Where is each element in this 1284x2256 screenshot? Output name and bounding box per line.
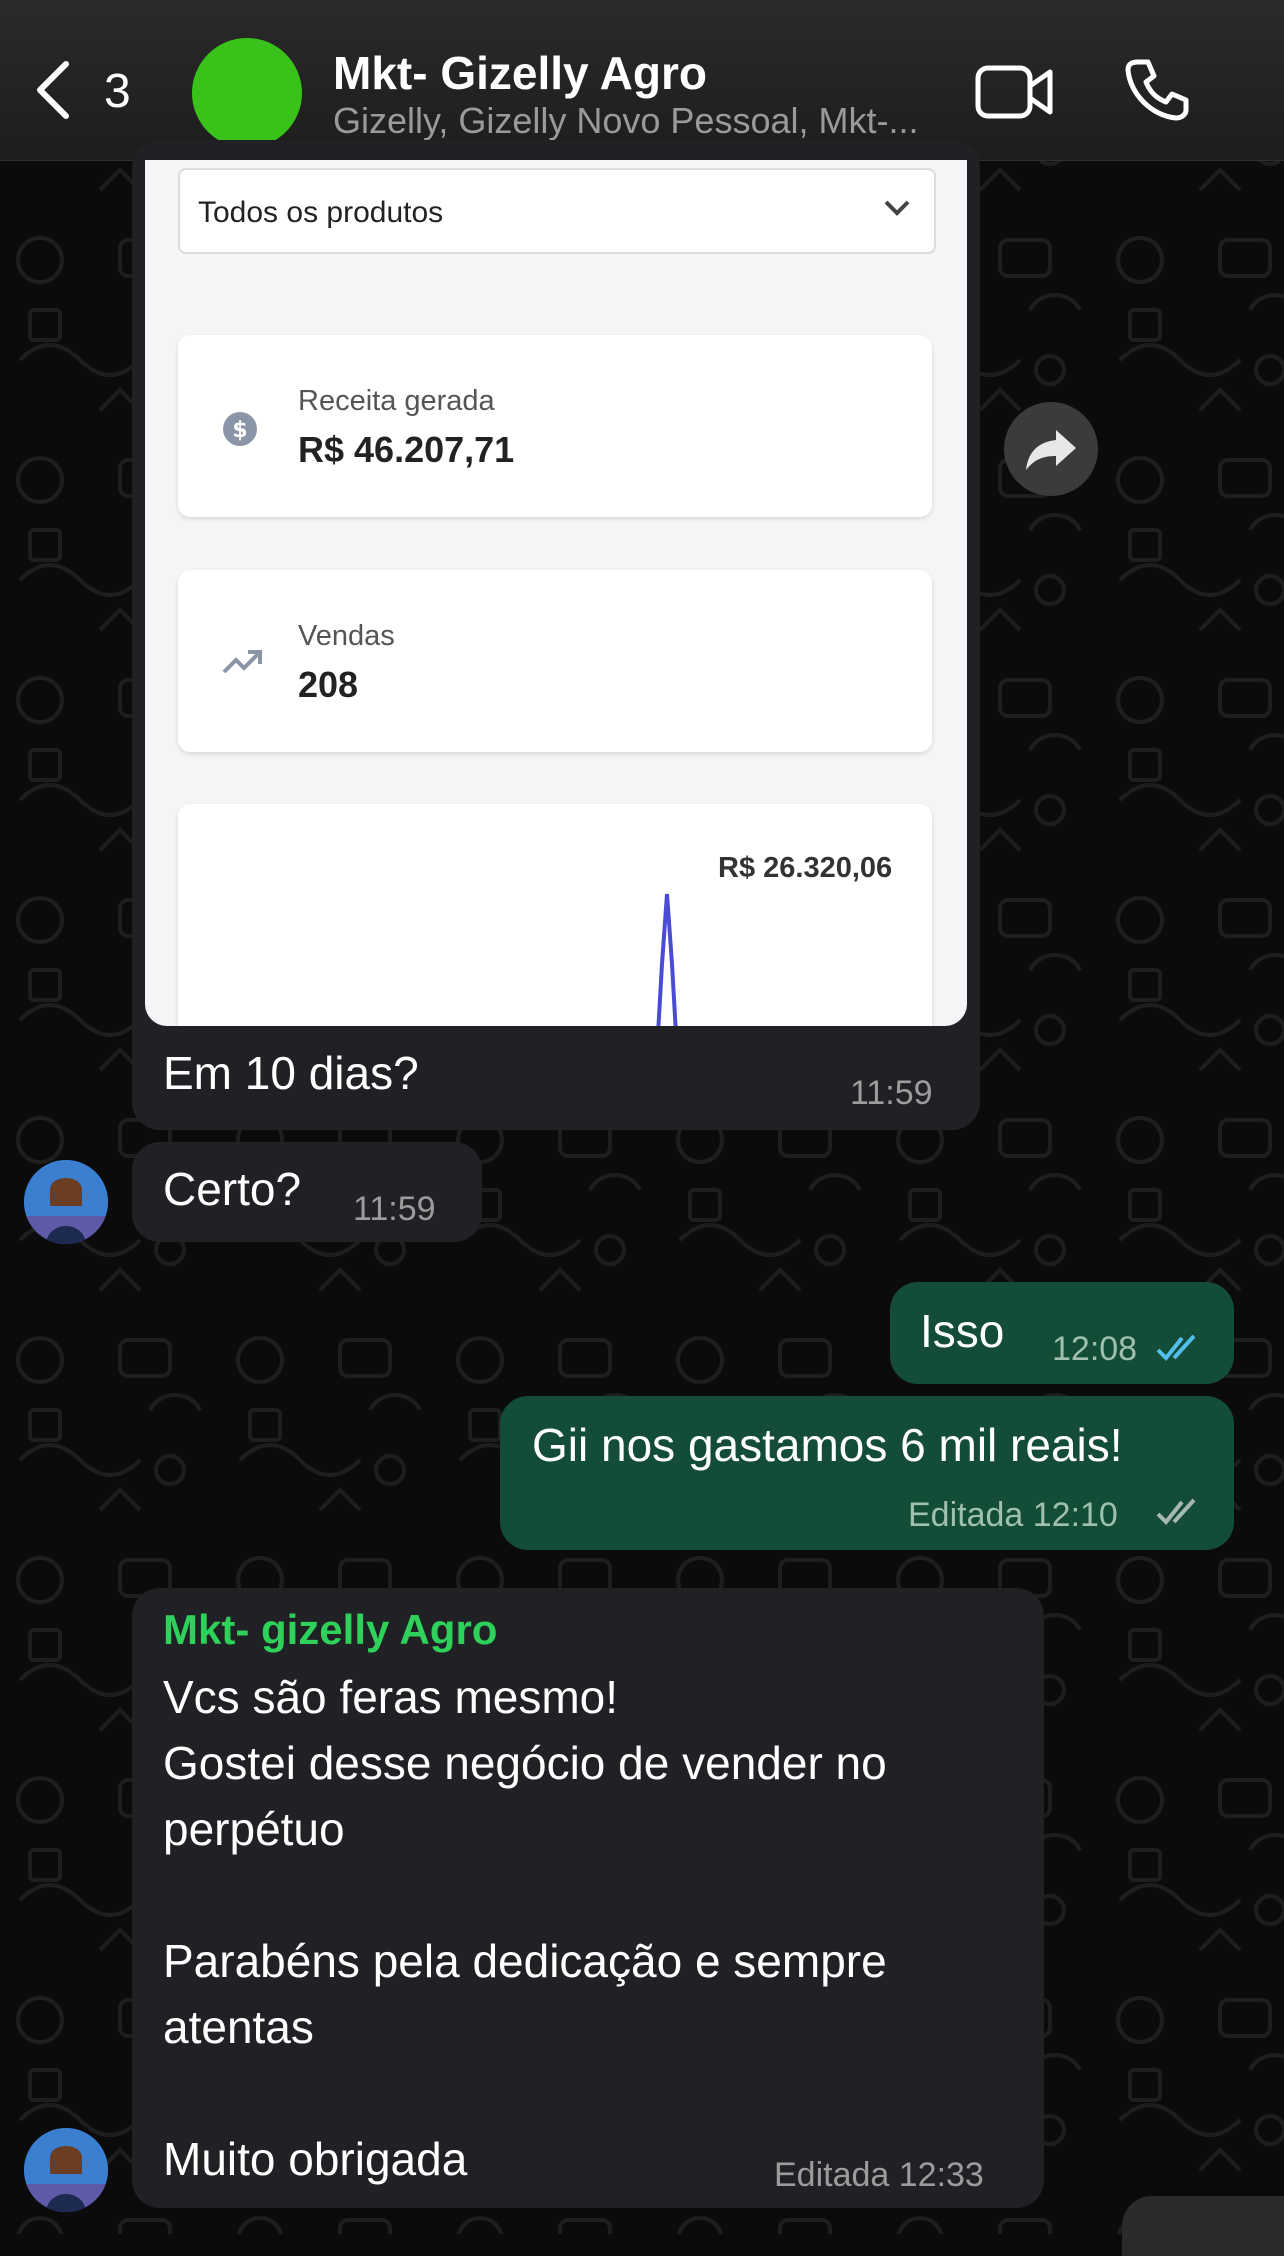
message-time: Editada 12:10	[908, 1496, 1118, 1534]
svg-text:$: $	[232, 418, 247, 443]
message-time: 11:59	[353, 1190, 436, 1228]
double-check-icon	[1156, 1334, 1196, 1361]
message-time: 12:08	[1052, 1330, 1138, 1368]
product-filter-dropdown: Todos os produtos	[178, 168, 936, 254]
message-text: Isso	[920, 1305, 1005, 1357]
message-line: Vcs são feras mesmo!	[163, 1671, 619, 1723]
unread-count[interactable]: 3	[104, 64, 131, 119]
revenue-chart-line	[656, 893, 678, 1026]
forward-button[interactable]	[1004, 402, 1098, 496]
video-call-button[interactable]	[974, 62, 1054, 127]
voice-call-button[interactable]	[1124, 56, 1190, 127]
scroll-down-button[interactable]	[1122, 2196, 1284, 2256]
message-text: Certo?	[163, 1163, 302, 1215]
message-time: Editada 12:33	[774, 2156, 984, 2194]
message-line: atentas	[163, 2001, 314, 2053]
video-call-icon	[975, 65, 1053, 119]
message-line: Gostei desse negócio de vender no	[163, 1737, 887, 1789]
group-avatar[interactable]	[192, 38, 302, 148]
message-time: 11:59	[850, 1074, 933, 1112]
message-text: Em 10 dias?	[163, 1047, 419, 1099]
chat-title[interactable]: Mkt- Gizelly Agro	[333, 46, 707, 100]
revenue-label: Receita gerada	[298, 385, 495, 417]
revenue-chart-card: R$ 26.320,06	[178, 804, 932, 1026]
chat-participants[interactable]: Gizelly, Gizelly Novo Pessoal, Mkt-...	[333, 100, 953, 142]
dollar-icon: $	[223, 412, 257, 446]
message-line: Parabéns pela dedicação e sempre	[163, 1935, 887, 1987]
message-line: Muito obrigada	[163, 2133, 468, 2185]
sender-name[interactable]: Mkt- gizelly Agro	[163, 1606, 497, 1654]
forward-icon	[1026, 430, 1076, 470]
sender-avatar[interactable]	[24, 1160, 108, 1244]
sales-label: Vendas	[298, 620, 395, 652]
sender-photo	[24, 1160, 108, 1244]
message-line: perpétuo	[163, 1803, 345, 1855]
sales-value: 208	[298, 664, 359, 705]
back-button[interactable]	[30, 58, 74, 127]
chat-header: 3 Mkt- Gizelly Agro Gizelly, Gizelly Nov…	[0, 0, 1284, 161]
chevron-left-icon	[37, 61, 69, 119]
trending-up-icon	[222, 650, 262, 674]
chevron-down-icon	[884, 200, 910, 216]
message-text: Gii nos gastamos 6 mil reais!	[532, 1419, 1123, 1471]
double-check-icon	[1156, 1498, 1196, 1525]
revenue-value: R$ 46.207,71	[298, 429, 515, 470]
sender-photo	[24, 2128, 108, 2212]
phone-icon	[1125, 59, 1189, 121]
shared-dashboard-image[interactable]: Todos os produtos $ Receita gerada R$ 46…	[145, 160, 967, 1026]
sender-avatar[interactable]	[24, 2128, 108, 2212]
revenue-card: $ Receita gerada R$ 46.207,71	[178, 335, 932, 517]
sales-card: Vendas 208	[178, 570, 932, 752]
dropdown-label: Todos os produtos	[198, 196, 444, 229]
